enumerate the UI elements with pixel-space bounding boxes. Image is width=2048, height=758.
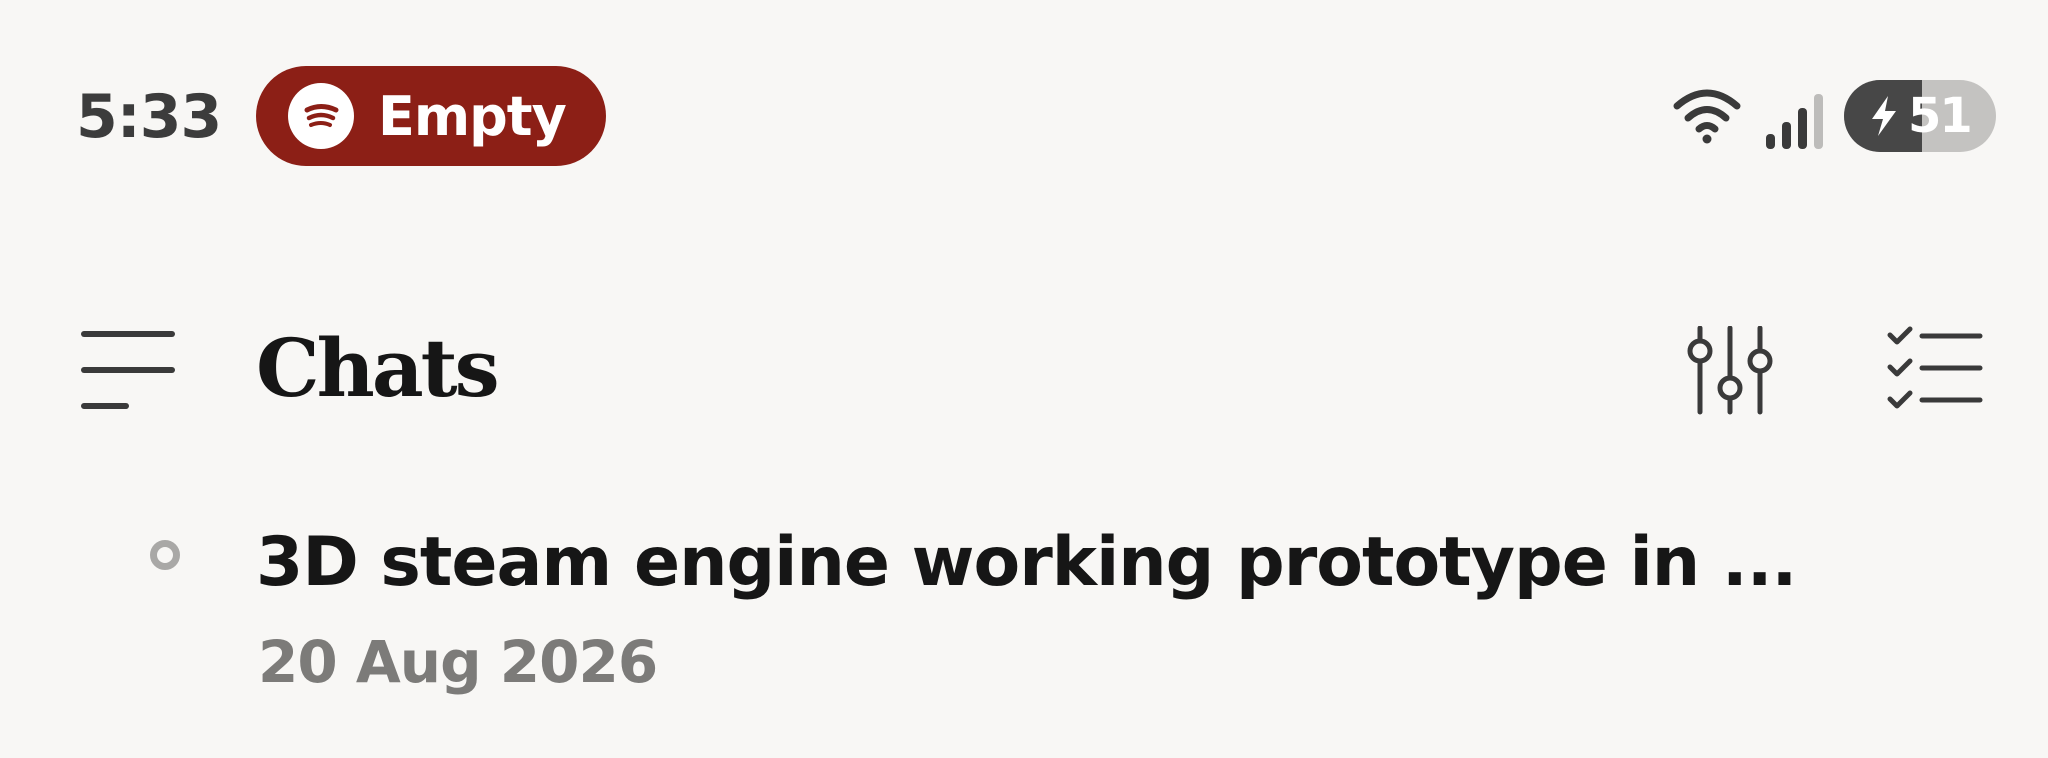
battery-indicator: 51 [1844, 80, 1996, 152]
wifi-icon [1673, 89, 1741, 144]
spotify-icon [288, 83, 354, 149]
page-title: Chats [256, 321, 500, 415]
status-time: 5:33 [76, 82, 222, 152]
chat-list-item[interactable]: 3D steam engine working prototype in ...… [0, 506, 2048, 726]
chat-title: 3D steam engine working prototype in ... [256, 523, 1797, 602]
checklist-icon[interactable] [1884, 326, 1984, 416]
battery-level: 51 [1908, 88, 1973, 144]
lightning-bolt-icon [1872, 96, 1896, 136]
menu-icon[interactable] [80, 328, 176, 412]
chat-date: 20 Aug 2026 [258, 628, 658, 696]
filter-sliders-icon[interactable] [1680, 326, 1780, 416]
cellular-signal-icon [1766, 94, 1823, 149]
status-dot-icon [150, 540, 180, 570]
now-playing-label: Empty [378, 84, 567, 148]
now-playing-pill[interactable]: Empty [256, 66, 606, 166]
status-bar: 5:33 Empty 51 [0, 0, 2048, 180]
